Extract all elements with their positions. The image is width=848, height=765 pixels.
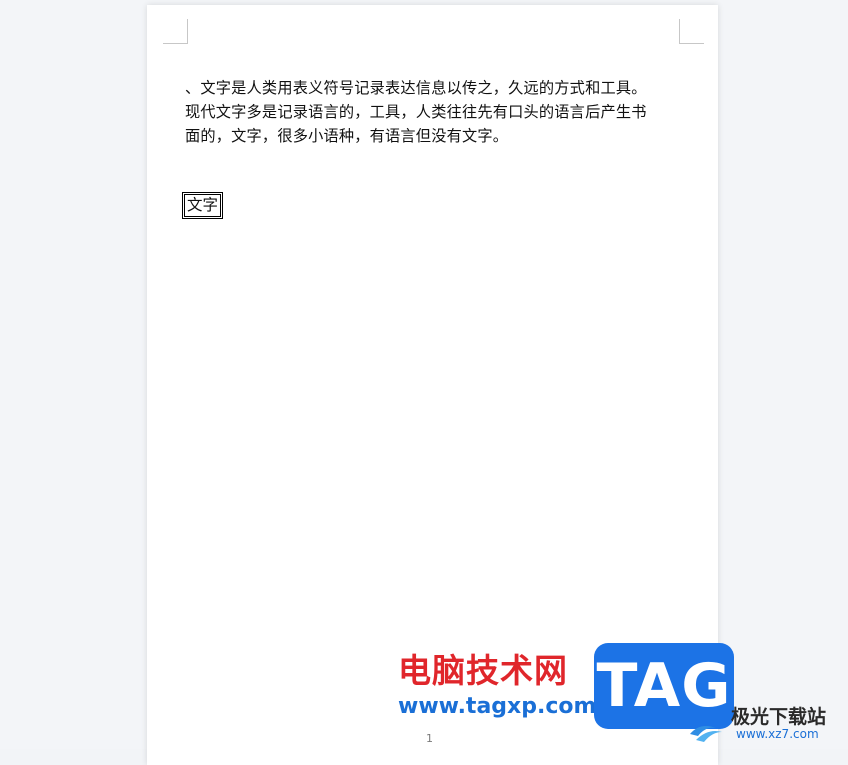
watermark-site-url: www.tagxp.com — [398, 694, 597, 719]
watermark-secondary-url: www.xz7.com — [736, 727, 819, 741]
swirl-logo-icon — [690, 726, 722, 742]
bordered-text-box[interactable]: 文字 — [181, 192, 224, 219]
document-body-text[interactable]: 、文字是人类用表义符号记录表达信息以传之，久远的方式和工具。 现代文字多是记录语… — [185, 76, 685, 148]
watermark-site-name: 电脑技术网 — [398, 651, 568, 690]
watermark-secondary-logo: 极光下载站 — [731, 706, 827, 728]
margin-marker-top-left — [163, 19, 188, 44]
document-canvas[interactable]: 、文字是人类用表义符号记录表达信息以传之，久远的方式和工具。 现代文字多是记录语… — [0, 0, 848, 765]
text-line-2[interactable]: 现代文字多是记录语言的，工具，人类往往先有口头的语言后产生书 — [185, 100, 685, 124]
tag-logo-badge: TAG — [594, 643, 734, 729]
page-number: 1 — [426, 732, 433, 745]
text-line-1[interactable]: 、文字是人类用表义符号记录表达信息以传之，久远的方式和工具。 — [185, 76, 685, 100]
margin-marker-top-right — [679, 19, 704, 44]
text-line-3[interactable]: 面的，文字，很多小语种，有语言但没有文字。 — [185, 124, 685, 148]
